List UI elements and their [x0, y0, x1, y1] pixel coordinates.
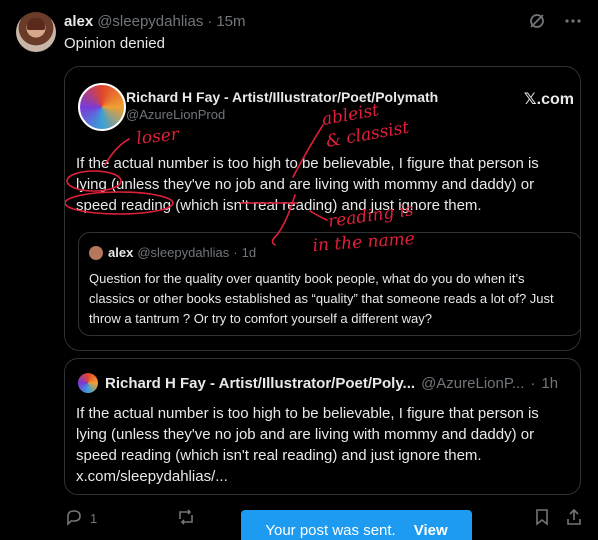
post-text: Opinion denied [64, 35, 165, 52]
separator: · [207, 13, 213, 30]
quoted-post-text: If the actual number is too high to be b… [76, 405, 539, 485]
inner-quote-time: 1d [241, 245, 257, 260]
toast-message: Your post was sent. [265, 521, 396, 539]
inner-quote-author-name: alex [108, 245, 134, 260]
reply-count: 1 [90, 511, 98, 526]
quoted-post-time: 1h [541, 375, 559, 392]
quoted-author-name: Richard H Fay - Artist/Illustrator/Poet/… [126, 89, 439, 105]
x-logo: 𝕏.com [523, 91, 574, 108]
timestamp[interactable]: 15m [216, 13, 245, 30]
repost-icon [176, 507, 196, 530]
inner-quote-avatar [89, 246, 103, 260]
annotation-classist: & classist [324, 118, 410, 152]
quoted-author-handle: @AzureLionProd [126, 107, 226, 122]
inner-quote-separator: · [233, 245, 238, 260]
reply-button[interactable]: 1 [64, 507, 97, 530]
repost-button[interactable] [176, 507, 196, 530]
attached-image[interactable]: Richard H Fay - Artist/Illustrator/Poet/… [64, 66, 581, 351]
post-sent-toast: Your post was sent. View [241, 510, 472, 540]
quoted-post[interactable]: Richard H Fay - Artist/Illustrator/Poet/… [64, 358, 581, 495]
share-icon [564, 507, 584, 530]
view-link[interactable]: View [414, 522, 448, 539]
reply-icon [64, 507, 84, 530]
post-top-icons [528, 12, 582, 35]
bookmark-button[interactable] [532, 507, 552, 530]
post-header: alex @sleepydahlias · 15m [64, 13, 246, 30]
annotation-loser: loser [135, 125, 180, 149]
avatar[interactable] [16, 12, 56, 52]
quoted-post-author-name: Richard H Fay - Artist/Illustrator/Poet/… [105, 375, 416, 392]
inner-quote-text: Question for the quality over quantity b… [89, 271, 554, 326]
quoted-avatar [78, 83, 126, 131]
quoted-post-separator: · [530, 375, 536, 392]
author-name[interactable]: alex [64, 13, 93, 30]
screenshot-image: Richard H Fay - Artist/Illustrator/Poet/… [65, 67, 580, 350]
quoted-post-author-handle: @AzureLionP... [421, 375, 525, 392]
inner-quote: alex @sleepydahlias · 1d Question for th… [78, 232, 580, 336]
bookmark-icon [532, 507, 552, 530]
author-handle[interactable]: @sleepydahlias [97, 13, 203, 30]
share-button[interactable] [564, 507, 584, 530]
more-icon[interactable] [564, 12, 582, 35]
post[interactable]: alex @sleepydahlias · 15m Opinion denied… [0, 0, 598, 540]
quoted-post-header: Richard H Fay - Artist/Illustrator/Poet/… [105, 375, 558, 392]
quoted-text: If the actual number is too high to be b… [76, 155, 539, 214]
grok-icon[interactable] [528, 12, 546, 35]
inner-quote-header: alex @sleepydahlias · 1d [108, 245, 256, 260]
inner-quote-author-handle: @sleepydahlias [137, 245, 230, 260]
quoted-post-avatar [78, 373, 98, 393]
